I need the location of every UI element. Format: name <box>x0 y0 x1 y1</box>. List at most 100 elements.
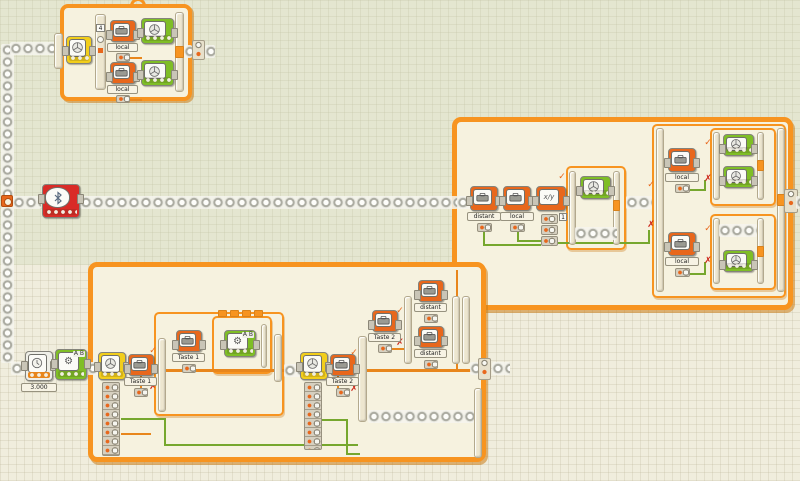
switch-rail <box>474 388 482 458</box>
variable-block[interactable] <box>668 232 696 256</box>
variable-label: Taste 1 <box>172 353 205 362</box>
switch-rail <box>261 324 267 368</box>
loop-tab[interactable] <box>242 310 251 317</box>
loop-condition-tab[interactable] <box>192 40 205 60</box>
data-wire-orange <box>121 433 151 435</box>
switch-port-value: 4 <box>96 24 105 32</box>
switch-rail <box>656 128 664 292</box>
loop-tab[interactable] <box>613 200 620 211</box>
motor-block[interactable] <box>141 60 174 86</box>
variable-label: local <box>500 212 534 221</box>
data-hub[interactable] <box>134 388 148 397</box>
compare-block[interactable]: x/y <box>536 186 566 211</box>
expanded-data-hub[interactable] <box>304 382 322 450</box>
variable-label: distant <box>467 212 501 221</box>
variable-block[interactable] <box>418 280 444 302</box>
briefcase-icon <box>671 151 690 166</box>
loop-tab[interactable] <box>254 310 263 317</box>
clock-icon <box>28 354 47 373</box>
data-hub[interactable] <box>424 314 438 323</box>
loop-tab[interactable] <box>175 46 184 58</box>
variable-block[interactable] <box>330 354 356 376</box>
variable-label: local <box>107 85 138 94</box>
receive-message-block[interactable] <box>42 184 80 218</box>
loop-condition-tab[interactable] <box>478 358 491 380</box>
motor-block[interactable] <box>723 134 754 156</box>
plug-icon <box>98 48 103 53</box>
loop-tab[interactable] <box>757 246 764 257</box>
check-icon: ✓ <box>557 172 567 182</box>
data-wire-green <box>164 418 166 446</box>
data-hub[interactable] <box>424 360 438 369</box>
block-footer <box>144 77 171 83</box>
variable-block[interactable] <box>128 354 154 376</box>
sequence-beam <box>1 207 14 363</box>
variable-block[interactable] <box>503 186 531 211</box>
data-hub[interactable] <box>378 344 392 353</box>
motor-block[interactable] <box>723 250 754 272</box>
data-hub[interactable] <box>541 225 558 235</box>
wait-block[interactable] <box>25 351 53 381</box>
start-point[interactable] <box>1 195 13 207</box>
switch-rail <box>158 338 166 412</box>
loop-arrow-icon <box>130 0 146 7</box>
data-hub[interactable] <box>336 388 350 397</box>
loop-tab[interactable] <box>230 310 239 317</box>
data-hub[interactable] <box>182 364 196 373</box>
switch-rail <box>713 132 720 200</box>
bluetooth-icon <box>45 187 70 208</box>
variable-label: Taste 1 <box>124 377 157 386</box>
variable-block[interactable] <box>176 330 202 352</box>
briefcase-icon <box>473 189 492 205</box>
data-hub[interactable] <box>541 236 558 246</box>
loop-tab[interactable] <box>757 160 764 171</box>
block-footer <box>583 190 608 196</box>
block-footer <box>726 179 751 185</box>
variable-block[interactable] <box>110 62 136 84</box>
variable-block[interactable] <box>110 20 136 42</box>
motor-block[interactable] <box>141 18 174 44</box>
motor-icon <box>69 39 86 57</box>
motor-block[interactable] <box>580 176 611 199</box>
data-hub[interactable] <box>510 223 525 232</box>
expanded-data-hub[interactable] <box>102 382 120 456</box>
sequence-beam <box>796 196 800 209</box>
data-wire-green <box>648 230 650 244</box>
loop-tab[interactable] <box>218 310 227 317</box>
variable-block[interactable] <box>418 326 444 348</box>
variable-label: local <box>107 43 138 52</box>
switch-rail <box>452 296 460 364</box>
block-footer <box>101 371 123 377</box>
data-hub[interactable] <box>116 53 130 62</box>
sequence-beam <box>626 196 652 209</box>
rotation-sensor-block[interactable] <box>300 352 328 380</box>
block-footer <box>227 348 253 354</box>
sequence-beam <box>368 410 474 423</box>
plug-icon <box>97 36 104 43</box>
data-hub[interactable] <box>675 268 690 277</box>
data-hub[interactable] <box>675 184 690 193</box>
data-hub[interactable] <box>116 95 130 103</box>
variable-block[interactable] <box>668 148 696 172</box>
block-footer <box>45 209 77 215</box>
data-wire-green <box>346 453 360 455</box>
block-footer <box>726 147 751 153</box>
briefcase-icon <box>131 357 148 371</box>
data-hub[interactable] <box>541 214 558 224</box>
rotation-sensor-block[interactable] <box>66 36 92 64</box>
check-icon: ✓ <box>646 180 656 190</box>
variable-block[interactable] <box>372 310 398 332</box>
compare-icon: x/y <box>539 189 559 205</box>
block-footer <box>726 263 751 269</box>
rotation-sensor-block[interactable] <box>98 352 126 380</box>
move-block[interactable]: ⚙ A B <box>55 349 87 380</box>
variable-block[interactable] <box>470 186 498 211</box>
sequence-beam <box>492 362 510 375</box>
move-block[interactable]: ⚙ A B <box>224 330 256 357</box>
compare-value: 1 <box>559 213 567 221</box>
sequence-beam <box>13 196 41 209</box>
motor-block[interactable] <box>723 166 754 188</box>
data-hub[interactable] <box>477 223 492 232</box>
data-wire-green <box>517 240 543 242</box>
block-footer <box>28 372 50 378</box>
